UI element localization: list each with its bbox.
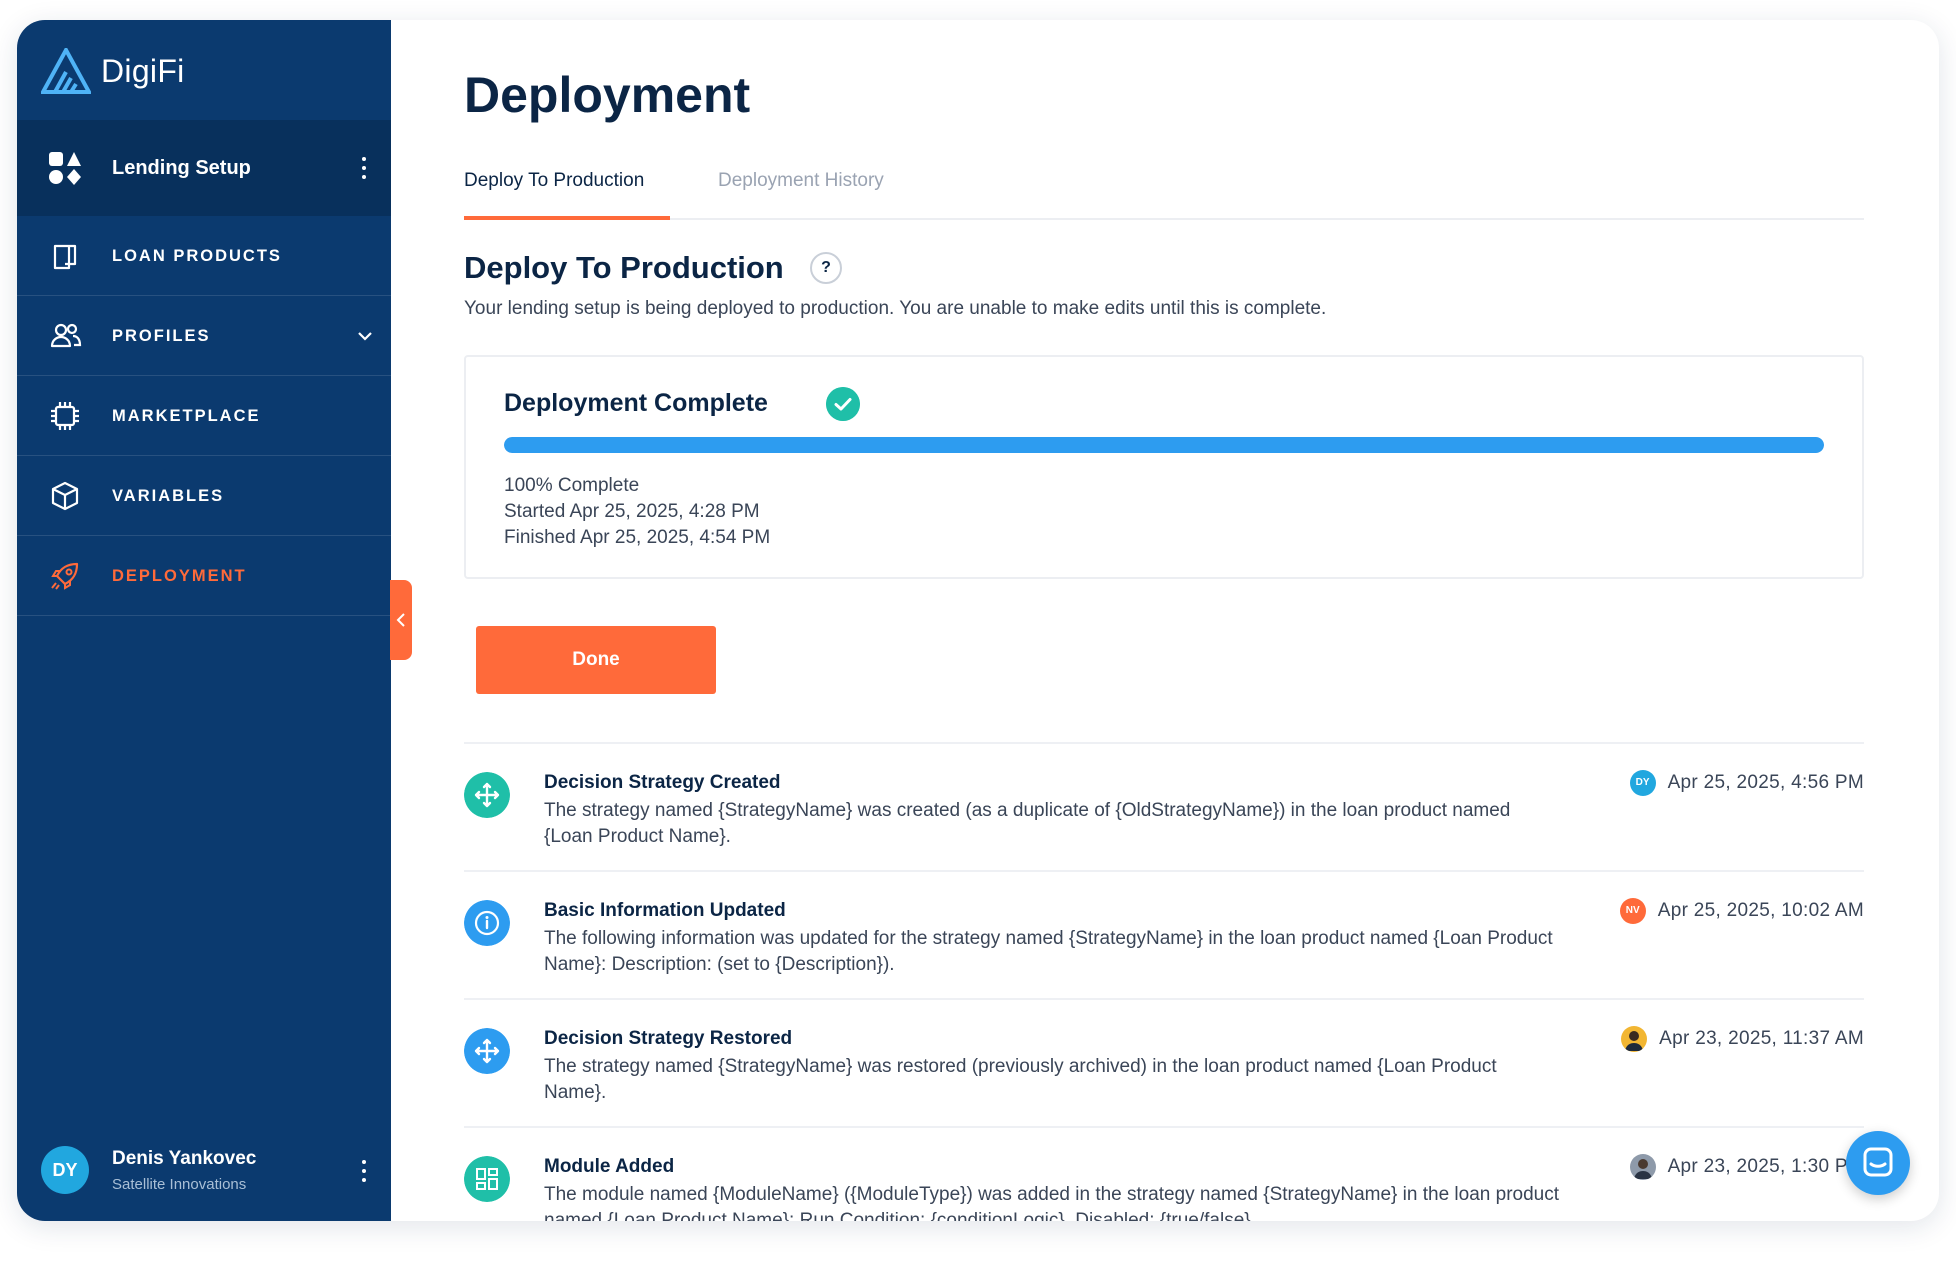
- finished-timestamp: Finished Apr 25, 2025, 4:54 PM: [504, 527, 771, 548]
- activity-item: Decision Strategy Created The strategy n…: [464, 744, 1864, 870]
- sidebar-item-label: VARIABLES: [112, 487, 225, 505]
- sidebar-item-label: PROFILES: [112, 327, 211, 345]
- activity-title: Module Added: [544, 1156, 675, 1177]
- setup-menu-icon[interactable]: [362, 157, 368, 179]
- module-icon: [464, 1156, 510, 1202]
- activity-timestamp: Apr 25, 2025, 4:56 PM: [1667, 772, 1864, 793]
- app-window: DigiFi Lending Setup LOAN PRODUCTS PROFI…: [17, 20, 1939, 1221]
- tab-deployment-history[interactable]: Deployment History: [718, 170, 884, 192]
- activity-description: The strategy named {StrategyName} was cr…: [544, 800, 1511, 847]
- activity-item: Basic Information Updated The following …: [464, 872, 1864, 998]
- shapes-icon: [49, 152, 81, 185]
- active-tab-indicator: [464, 216, 670, 220]
- chat-launcher-button[interactable]: [1846, 1131, 1910, 1195]
- section-title: Deploy To Production: [464, 250, 784, 285]
- chevron-down-icon[interactable]: [357, 328, 373, 344]
- sidebar: DigiFi Lending Setup LOAN PRODUCTS PROFI…: [17, 20, 391, 1221]
- progress-bar-fill: [504, 437, 1824, 453]
- activity-description: The module named {ModuleName} ({ModuleTy…: [544, 1184, 1560, 1221]
- activity-timestamp: Apr 25, 2025, 10:02 AM: [1657, 900, 1864, 921]
- activity-description: The strategy named {StrategyName} was re…: [544, 1056, 1497, 1103]
- activity-meta: NV Apr 25, 2025, 10:02 AM: [1619, 898, 1864, 924]
- sidebar-item-marketplace[interactable]: MARKETPLACE: [17, 376, 391, 456]
- chip-icon: [51, 402, 79, 430]
- logo-text: DigiFi: [101, 52, 185, 89]
- sidebar-item-variables[interactable]: VARIABLES: [17, 456, 391, 536]
- digifi-logo-icon: [41, 48, 91, 94]
- users-icon: [50, 323, 82, 348]
- logo[interactable]: DigiFi: [41, 44, 185, 98]
- user-organization: Satellite Innovations: [112, 1176, 247, 1193]
- activity-item: Decision Strategy Restored The strategy …: [464, 1000, 1864, 1126]
- activity-title: Decision Strategy Created: [544, 772, 781, 793]
- chevron-left-icon: [396, 613, 405, 627]
- done-button[interactable]: Done: [476, 626, 716, 694]
- check-circle-icon: [826, 387, 860, 421]
- cube-icon: [51, 481, 79, 511]
- book-icon: [53, 244, 77, 270]
- sidebar-item-profiles[interactable]: PROFILES: [17, 296, 391, 376]
- section-description: Your lending setup is being deployed to …: [464, 298, 1327, 319]
- deployment-status-card: Deployment Complete 100% Complete Starte…: [464, 355, 1864, 579]
- avatar: [1629, 1154, 1656, 1180]
- sidebar-collapse-button[interactable]: [390, 580, 412, 660]
- deployment-status-title: Deployment Complete: [504, 389, 768, 417]
- user-menu-icon[interactable]: [362, 1160, 368, 1182]
- sidebar-item-label: MARKETPLACE: [112, 407, 261, 425]
- page-title: Deployment: [464, 67, 751, 123]
- sidebar-item-label: DEPLOYMENT: [112, 567, 247, 585]
- lending-setup-label: Lending Setup: [112, 157, 251, 179]
- lending-setup-header[interactable]: Lending Setup: [17, 120, 391, 216]
- avatar: NV: [1619, 898, 1646, 924]
- activity-timestamp: Apr 23, 2025, 11:37 AM: [1659, 1028, 1864, 1049]
- sidebar-item-loan-products[interactable]: LOAN PRODUCTS: [17, 216, 391, 296]
- help-icon[interactable]: ?: [810, 252, 842, 284]
- activity-item: Module Added The module named {ModuleNam…: [464, 1128, 1864, 1221]
- strategy-icon: [464, 1028, 510, 1074]
- sidebar-item-deployment[interactable]: DEPLOYMENT: [17, 536, 391, 616]
- tab-bar: Deploy To Production Deployment History: [464, 160, 1864, 220]
- avatar: [1621, 1026, 1648, 1052]
- avatar: DY: [41, 1146, 89, 1194]
- rocket-icon: [51, 562, 79, 590]
- activity-meta: Apr 23, 2025, 11:37 AM: [1621, 1026, 1864, 1052]
- tab-deploy-to-production[interactable]: Deploy To Production: [464, 170, 644, 192]
- chat-icon: [1863, 1147, 1893, 1177]
- strategy-icon: [464, 772, 510, 818]
- activity-title: Basic Information Updated: [544, 900, 786, 921]
- sidebar-item-label: LOAN PRODUCTS: [112, 247, 282, 265]
- user-name: Denis Yankovec: [112, 1148, 257, 1169]
- progress-bar: [504, 437, 1824, 453]
- activity-meta: DY Apr 25, 2025, 4:56 PM: [1629, 770, 1864, 796]
- started-timestamp: Started Apr 25, 2025, 4:28 PM: [504, 501, 760, 522]
- info-icon: [464, 900, 510, 946]
- user-profile[interactable]: DY Denis Yankovec Satellite Innovations: [17, 1130, 391, 1221]
- activity-title: Decision Strategy Restored: [544, 1028, 793, 1049]
- avatar: DY: [1629, 770, 1656, 796]
- activity-timestamp: Apr 23, 2025, 1:30 PM: [1667, 1156, 1864, 1177]
- progress-percent: 100% Complete: [504, 475, 640, 496]
- activity-description: The following information was updated fo…: [544, 928, 1553, 975]
- activity-meta: Apr 23, 2025, 1:30 PM: [1629, 1154, 1864, 1180]
